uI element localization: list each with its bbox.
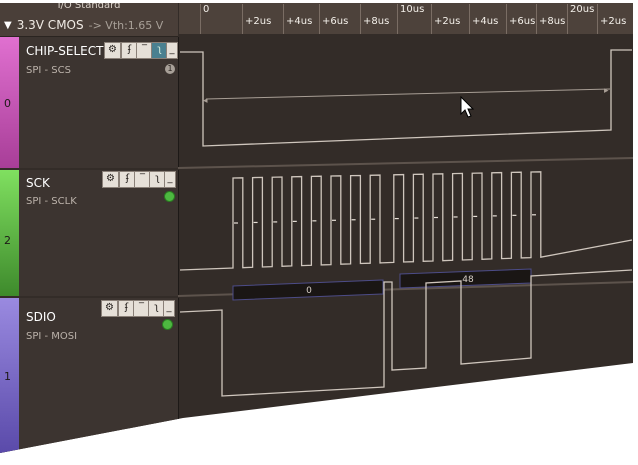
ruler-tick-line (469, 4, 470, 34)
ruler-tick-label: +6us (322, 16, 349, 27)
sck-edge-markers (234, 214, 536, 224)
ruler-tick-line (397, 4, 398, 34)
ruler-tick-label: +2us (434, 16, 461, 27)
decode-bubble[interactable]: 0 (232, 279, 384, 301)
ruler-tick-line (319, 4, 320, 34)
channel-separator (177, 157, 633, 169)
ruler-tick-label: +2us (245, 16, 272, 27)
ruler-tick-line (431, 4, 432, 34)
chip-select-span-line (205, 88, 611, 100)
decode-label: 48 (462, 275, 474, 285)
ruler-tick-label: 20us (570, 4, 595, 15)
ruler-tick-label: +8us (363, 16, 390, 27)
ruler-tick-line (597, 4, 598, 34)
waveform-area[interactable]: ◂ ▸ 0 48 (0, 0, 638, 465)
ruler-tick-line (536, 4, 537, 34)
ruler-tick-label: 10us (400, 4, 425, 15)
ruler-tick-line (200, 4, 201, 34)
ruler-tick-label: 0 (203, 4, 210, 15)
ruler-tick-label: +2us (600, 16, 627, 27)
sck-waveform (179, 171, 633, 271)
span-arrow-icon: ◂ (203, 96, 208, 106)
ruler-tick-line (283, 4, 284, 34)
ruler-tick-label: +6us (509, 16, 536, 27)
mouse-pointer-shape (460, 96, 475, 118)
logic-analyzer-window: I/O Standard ▼ 3.3V CMOS -> Vth:1.65 V 0… (0, 0, 638, 465)
ruler-tick-line (242, 4, 243, 34)
ruler-tick-line (506, 4, 507, 34)
mouse-pointer-icon (460, 96, 475, 118)
ruler-tick-label: +4us (286, 16, 313, 27)
ruler-tick-line (360, 4, 361, 34)
ruler-tick-label: +4us (472, 16, 499, 27)
ruler-tick-label: +8us (539, 16, 566, 27)
decode-label: 0 (306, 286, 312, 296)
ruler-tick-line (567, 4, 568, 34)
span-arrow-icon: ▸ (604, 86, 609, 96)
